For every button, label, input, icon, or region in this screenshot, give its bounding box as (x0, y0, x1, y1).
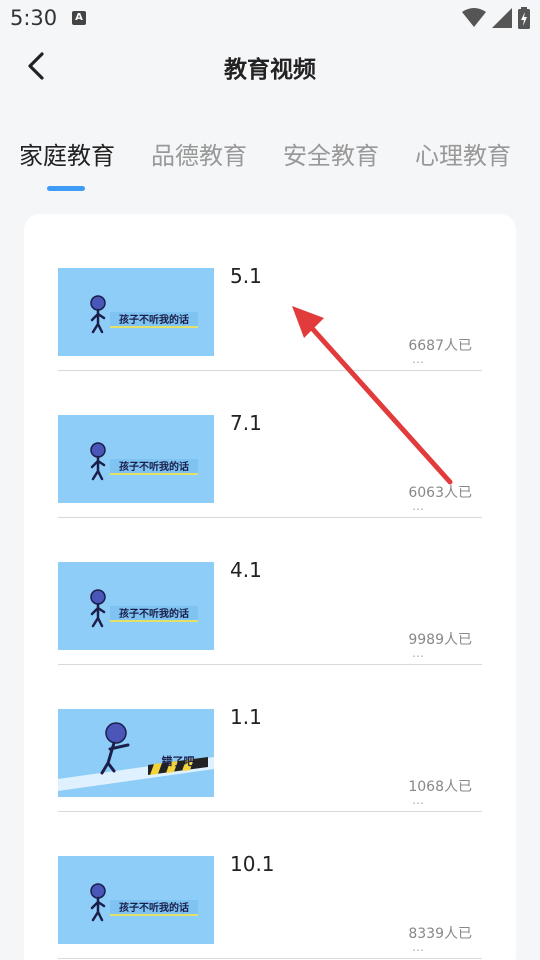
thumbnail-caption: 错了吧 (162, 754, 195, 768)
tab-psychology-education[interactable]: 心理教育 (415, 136, 511, 171)
thumbnail-caption: 孩子不听我的话 (119, 460, 189, 473)
more-ellipsis: … (412, 499, 424, 513)
video-list-card: 孩子不听我的话 5.1 6687人已 … 孩子不听我的话 7.1 6063人已 … (24, 214, 516, 960)
tab-safety-education[interactable]: 安全教育 (283, 136, 379, 171)
video-title: 10.1 (230, 852, 275, 876)
video-title: 1.1 (230, 705, 262, 729)
video-title: 5.1 (230, 264, 262, 288)
video-thumbnail: 孩子不听我的话 (58, 856, 214, 944)
more-ellipsis: … (412, 940, 424, 954)
system-icons (462, 7, 530, 29)
video-title: 4.1 (230, 558, 262, 582)
battery-icon (518, 7, 530, 29)
video-thumbnail: 孩子不听我的话 (58, 415, 214, 503)
thumbnail-caption: 孩子不听我的话 (119, 607, 189, 620)
page-title: 教育视频 (224, 57, 316, 83)
category-tabs: 家庭教育 品德教育 安全教育 心理教育 (0, 136, 540, 196)
video-thumbnail: 孩子不听我的话 (58, 562, 214, 650)
thumbnail-caption: 孩子不听我的话 (119, 313, 189, 326)
video-item[interactable]: 孩子不听我的话 4.1 9989人已 … (58, 518, 482, 665)
signal-icon (492, 8, 512, 28)
thumbnail-caption: 孩子不听我的话 (119, 901, 189, 914)
wifi-icon (462, 8, 486, 27)
more-ellipsis: … (412, 793, 424, 807)
video-item[interactable]: 错了吧 1.1 1068人已 … (58, 665, 482, 812)
video-thumbnail: 孩子不听我的话 (58, 268, 214, 356)
active-tab-indicator (47, 186, 85, 191)
tab-family-education[interactable]: 家庭教育 (19, 136, 115, 171)
nav-bar: 教育视频 (0, 38, 540, 94)
video-thumbnail: 错了吧 (58, 709, 214, 797)
video-item[interactable]: 孩子不听我的话 5.1 6687人已 … (58, 224, 482, 371)
more-ellipsis: … (412, 352, 424, 366)
tab-moral-education[interactable]: 品德教育 (151, 136, 247, 171)
more-ellipsis: … (412, 646, 424, 660)
video-item[interactable]: 孩子不听我的话 10.1 8339人已 … (58, 812, 482, 959)
status-bar: 5:30 A (0, 0, 540, 38)
video-title: 7.1 (230, 411, 262, 435)
status-time: 5:30 (10, 6, 58, 30)
video-item[interactable]: 孩子不听我的话 7.1 6063人已 … (58, 371, 482, 518)
a-icon: A (72, 11, 86, 25)
